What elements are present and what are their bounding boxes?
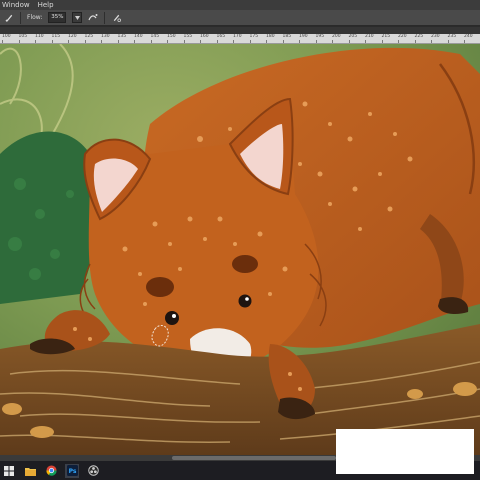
flow-input[interactable]: 35% (48, 12, 67, 23)
svg-text:Ps: Ps (68, 468, 76, 475)
ruler-tick-label: 230 (431, 34, 440, 39)
ruler-tick-label: 185 (282, 34, 292, 39)
fox-eye-left-highlight (172, 314, 176, 318)
ruler-tick (84, 40, 86, 43)
ruler-tick (431, 40, 432, 43)
ruler-tick (68, 40, 69, 43)
ruler-tick-label: 215 (381, 34, 391, 39)
ruler-tick-label: 165 (216, 34, 226, 39)
ruler-tick-label: 195 (315, 34, 325, 39)
ruler-tick-label: 235 (447, 34, 457, 39)
chevron-down-icon (74, 15, 80, 20)
document-tab-strip (0, 27, 480, 34)
ruler-tick-label: 160 (200, 34, 209, 39)
flow-label: Flow: (27, 14, 43, 21)
ruler-tick-label: 225 (414, 34, 424, 39)
ruler-tick (233, 40, 234, 43)
ruler-tick (348, 40, 350, 43)
ruler-tick-label: 145 (150, 34, 160, 39)
ruler-tick (200, 40, 201, 43)
ruler-tick-label: 120 (68, 34, 77, 39)
ruler-tick-label: 105 (18, 34, 28, 39)
ruler-tick-label: 170 (233, 34, 242, 39)
pressure-pen-icon[interactable] (111, 13, 121, 23)
ruler-tick (101, 40, 102, 43)
ruler-tick (315, 40, 317, 43)
options-bar: Flow: 35% (0, 10, 480, 26)
overlay-white-box (336, 429, 474, 474)
divider (20, 11, 21, 24)
menu-item-window[interactable]: Window (2, 0, 30, 10)
ruler-tick-label: 135 (117, 34, 127, 39)
ruler-tick (134, 40, 135, 43)
ruler-tick (398, 40, 399, 43)
scrollbar-thumb[interactable] (172, 456, 336, 460)
horizontal-ruler: 100 105 110 115 120 125 130 135 140 145 150 155 160 1… (0, 34, 480, 44)
ruler-tick (51, 40, 53, 43)
ruler-tick-label: 200 (332, 34, 341, 39)
fox-eye-patch-right (232, 255, 258, 273)
ruler-tick (266, 40, 267, 43)
photoshop-icon[interactable]: Ps (65, 463, 79, 478)
ruler-tick (381, 40, 383, 43)
ruler-tick-label: 175 (249, 34, 259, 39)
fox-illustration (0, 44, 480, 459)
ruler-tick-label: 205 (348, 34, 358, 39)
ruler-tick (464, 40, 465, 43)
ruler-tick-label: 125 (84, 34, 94, 39)
ruler-tick (35, 40, 36, 43)
ruler-tick (167, 40, 168, 43)
ruler-tick-label: 180 (266, 34, 275, 39)
fox-eye-left (165, 311, 179, 325)
ruler-tick (447, 40, 449, 43)
fox-eye-patch-left (146, 277, 174, 297)
ruler-tick (249, 40, 251, 43)
ruler-tick-label: 210 (365, 34, 374, 39)
ruler-tick (299, 40, 300, 43)
file-explorer-icon[interactable] (23, 464, 37, 478)
document-canvas[interactable] (0, 44, 480, 459)
ruler-tick (183, 40, 185, 43)
smoothing-airbrush-icon[interactable] (88, 13, 98, 23)
chrome-icon[interactable] (44, 464, 58, 478)
ruler-tick-label: 220 (398, 34, 407, 39)
ruler-tick (2, 40, 3, 43)
ruler-tick (18, 40, 20, 43)
ruler-tick (117, 40, 119, 43)
ruler-tick-label: 190 (299, 34, 308, 39)
fox-eye-right (238, 294, 252, 308)
divider (104, 11, 106, 24)
ruler-tick-label: 155 (183, 34, 193, 39)
ruler-tick-label: 100 (2, 34, 11, 39)
flow-dropdown[interactable] (72, 12, 83, 23)
ruler-tick (282, 40, 284, 43)
ruler-tick (216, 40, 218, 43)
ruler-tick-label: 130 (101, 34, 110, 39)
obs-icon[interactable] (86, 464, 100, 478)
ruler-tick (332, 40, 333, 43)
ruler-tick (414, 40, 416, 43)
ruler-tick-label: 150 (167, 34, 176, 39)
ruler-tick-label: 140 (134, 34, 143, 39)
fox-eye-right-highlight (245, 297, 249, 301)
ruler-tick (150, 40, 152, 43)
ruler-tick-label: 115 (51, 34, 61, 39)
menu-item-help[interactable]: Help (38, 0, 54, 10)
brush-tool-icon[interactable] (4, 13, 14, 23)
ruler-tick (365, 40, 366, 43)
menu-bar: Window Help (0, 0, 480, 10)
windows-start-icon[interactable] (2, 464, 16, 478)
ruler-tick-label: 110 (35, 34, 44, 39)
ruler-tick-label: 240 (464, 34, 473, 39)
